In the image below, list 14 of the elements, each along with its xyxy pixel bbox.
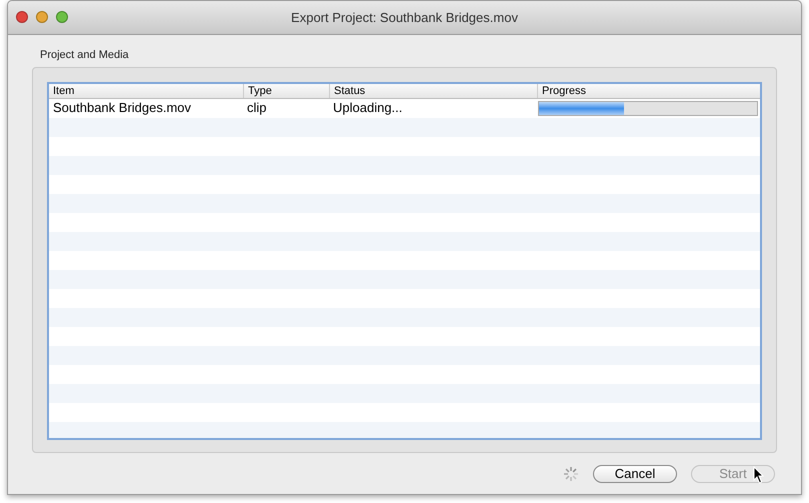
- table-cell-text: Southbank Bridges.mov: [52, 99, 192, 118]
- table-cell-text: clip: [246, 99, 268, 118]
- minimize-button[interactable]: [36, 11, 48, 23]
- column-header[interactable]: Status: [329, 84, 537, 98]
- dialog-button[interactable]: Cancel: [593, 464, 677, 482]
- table-cell-text: Uploading...: [332, 99, 404, 118]
- cursor-icon: [753, 466, 765, 484]
- close-button[interactable]: [16, 11, 28, 23]
- window-title: Export Project: Southbank Bridges.mov: [291, 8, 518, 27]
- zoom-button[interactable]: [56, 11, 68, 23]
- column-header[interactable]: Type: [243, 84, 329, 98]
- group-label: Project and Media: [39, 48, 129, 63]
- column-header[interactable]: Progress: [537, 84, 760, 98]
- column-header[interactable]: Item: [49, 84, 243, 98]
